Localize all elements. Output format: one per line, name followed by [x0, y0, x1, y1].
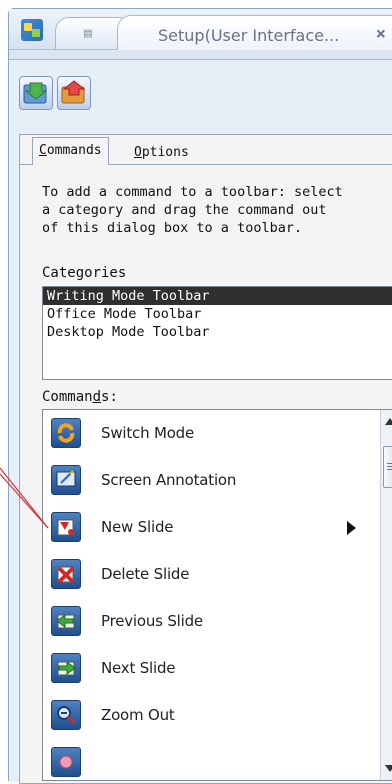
- scroll-thumb[interactable]: [383, 446, 392, 488]
- category-item[interactable]: Desktop Mode Toolbar: [43, 323, 392, 341]
- submenu-arrow-icon[interactable]: [347, 521, 356, 535]
- command-item-new-slide[interactable]: New Slide: [43, 504, 373, 551]
- command-label: Screen Annotation: [101, 471, 237, 489]
- category-item[interactable]: Writing Mode Toolbar: [43, 287, 392, 305]
- command-label: Previous Slide: [101, 612, 203, 630]
- grip-line: [387, 463, 392, 464]
- command-item-partial[interactable]: [43, 739, 373, 780]
- scroll-up-icon[interactable]: [385, 418, 392, 425]
- export-settings-icon: [61, 80, 86, 104]
- close-icon[interactable]: ×: [376, 24, 386, 44]
- grip-line: [387, 466, 392, 467]
- document-icon: ▤: [84, 26, 92, 41]
- command-item-next-slide[interactable]: Next Slide: [43, 645, 373, 692]
- callout-line: [0, 467, 49, 529]
- tab-title: Setup(User Interface...: [158, 26, 340, 45]
- delete-slide-icon: [51, 559, 81, 589]
- commands-list[interactable]: Switch Mode Screen Annotation New Slide: [42, 409, 392, 781]
- tab-options[interactable]: Options: [128, 143, 195, 165]
- setup-pane: Commands Options To add a command to a t…: [9, 59, 392, 784]
- command-label: Next Slide: [101, 659, 176, 677]
- previous-slide-icon: [51, 606, 81, 636]
- commands-scrollbar[interactable]: [380, 410, 392, 780]
- command-item-switch-mode[interactable]: Switch Mode: [43, 410, 373, 457]
- app-window: ▤ Setup(User Interface... × Commands Opt…: [8, 8, 392, 784]
- commands-tab-body: To add a command to a toolbar: select a …: [20, 164, 392, 784]
- command-label: New Slide: [101, 518, 174, 536]
- tab-commands[interactable]: Commands: [32, 137, 109, 165]
- tab-setup[interactable]: Setup(User Interface... ×: [117, 15, 392, 50]
- scroll-down-icon[interactable]: [385, 765, 392, 772]
- instructions-text: To add a command to a toolbar: select a …: [42, 184, 343, 236]
- export-settings-button[interactable]: [57, 76, 91, 110]
- next-slide-icon: [51, 653, 81, 683]
- command-icon: [51, 747, 81, 777]
- command-item-zoom-out[interactable]: Zoom Out: [43, 692, 373, 739]
- command-item-previous-slide[interactable]: Previous Slide: [43, 598, 373, 645]
- command-label: Switch Mode: [101, 424, 195, 442]
- categories-list[interactable]: Writing Mode Toolbar Office Mode Toolbar…: [42, 286, 392, 380]
- grip-line: [387, 469, 392, 470]
- customize-dialog: Commands Options To add a command to a t…: [19, 134, 392, 784]
- zoom-out-icon: [51, 700, 81, 730]
- command-item-screen-annotation[interactable]: Screen Annotation: [43, 457, 373, 504]
- command-label: Delete Slide: [101, 565, 190, 583]
- command-label: Zoom Out: [101, 706, 175, 724]
- tab-strip: ▤ Setup(User Interface... ×: [9, 9, 392, 50]
- category-item[interactable]: Office Mode Toolbar: [43, 305, 392, 323]
- command-item-delete-slide[interactable]: Delete Slide: [43, 551, 373, 598]
